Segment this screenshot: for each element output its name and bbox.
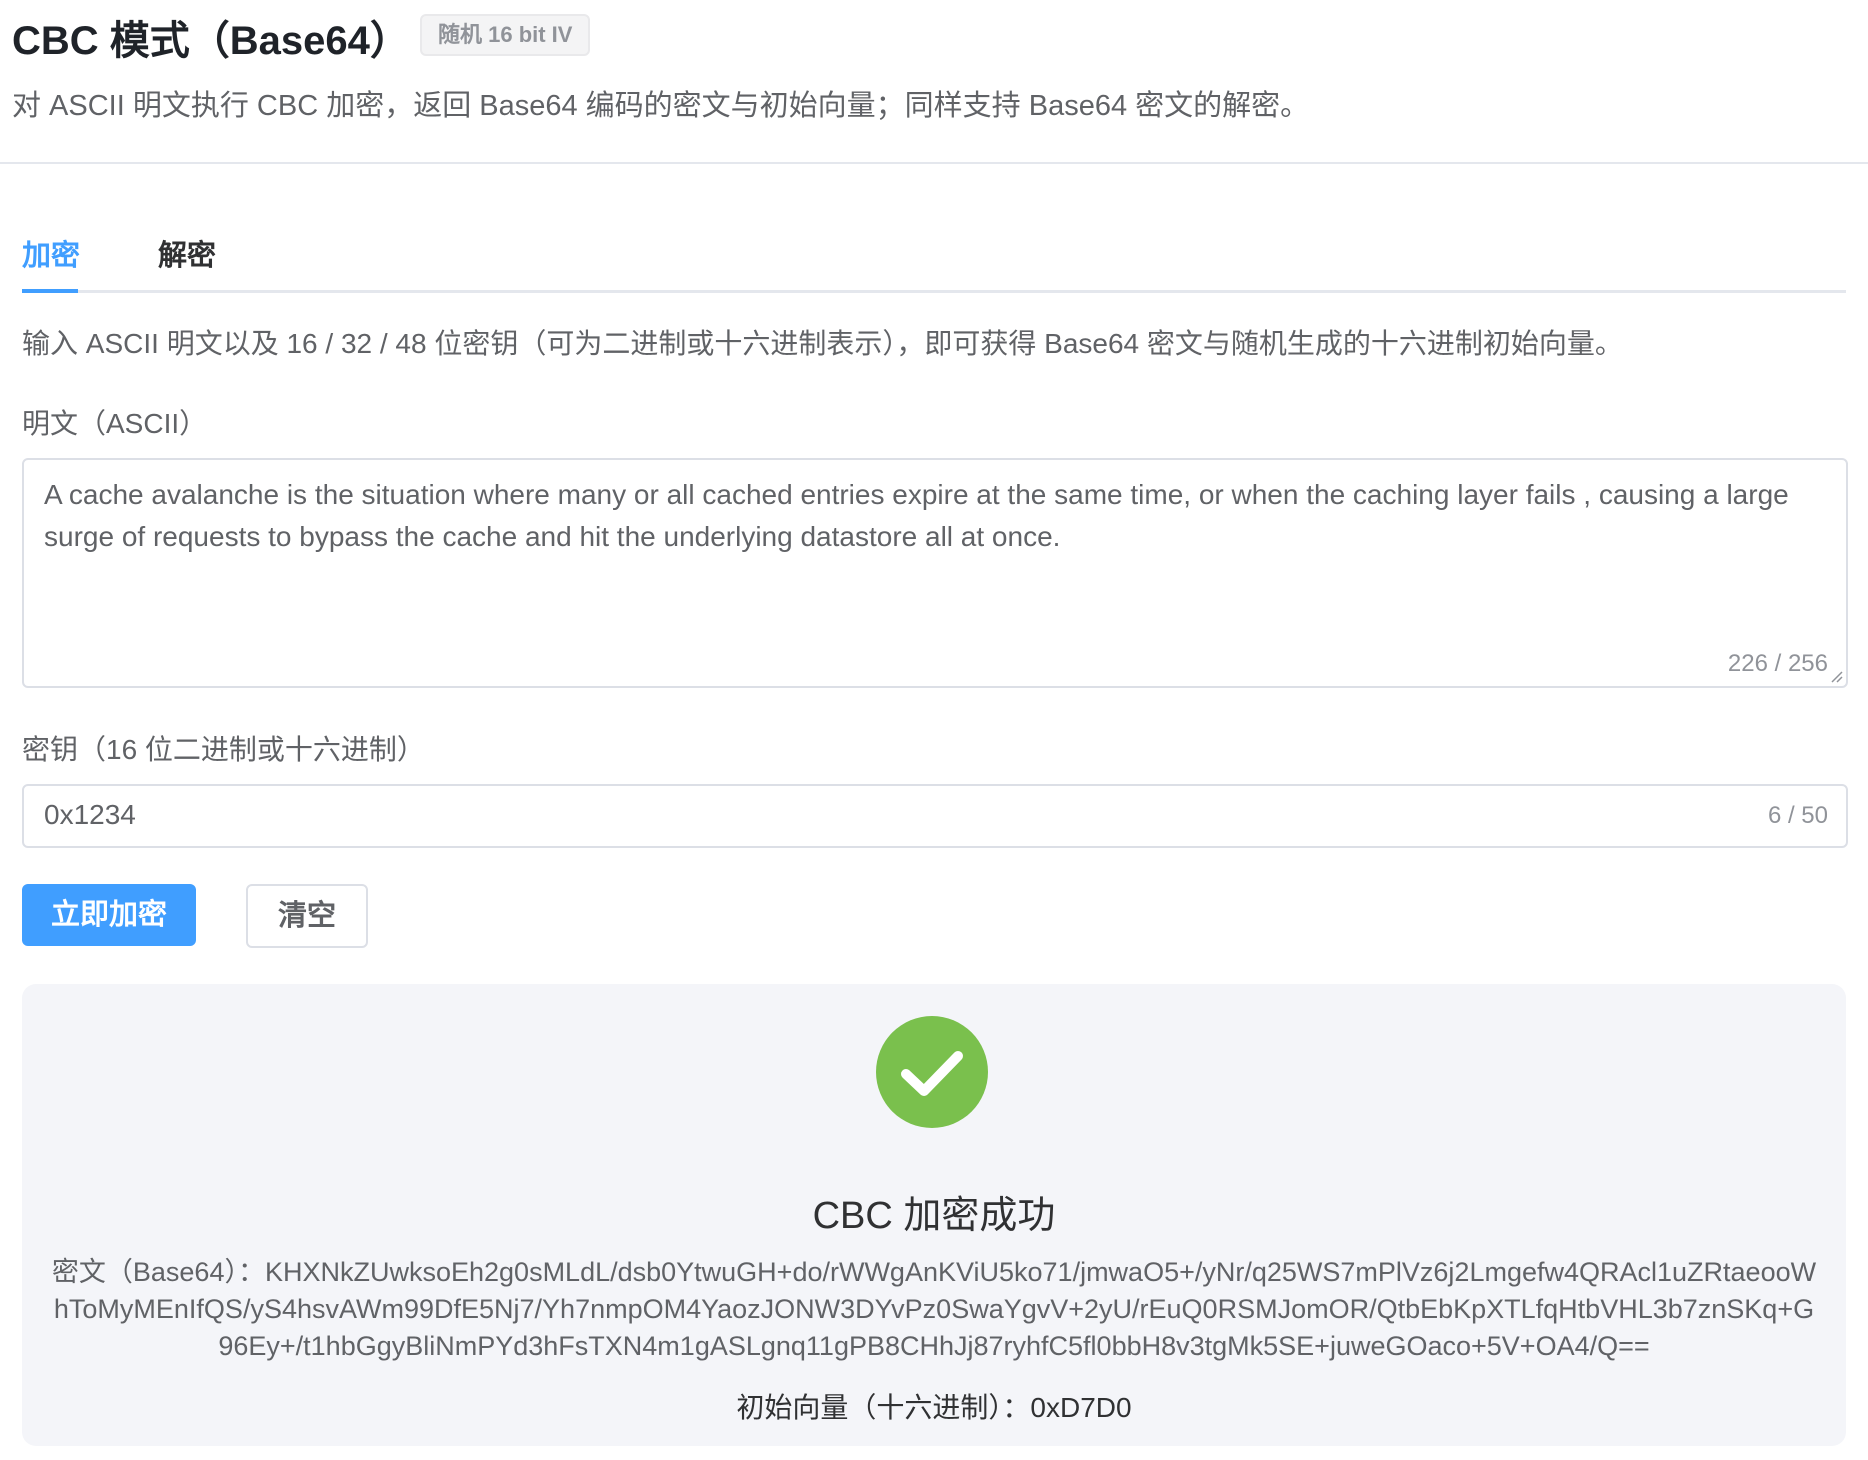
iv-tag: 随机 16 bit IV [420, 14, 591, 56]
plaintext-textarea[interactable]: A cache avalanche is the situation where… [22, 458, 1848, 688]
resize-handle-icon[interactable] [1830, 670, 1844, 684]
iv-value: 0xD7D0 [1030, 1392, 1132, 1423]
result-title: CBC 加密成功 [812, 1195, 1056, 1237]
plaintext-counter: 226 / 256 [1727, 650, 1828, 677]
key-label: 密钥（16 位二进制或十六进制） [22, 734, 425, 765]
plaintext-value: A cache avalanche is the situation where… [44, 479, 1789, 552]
mode-tabs: 加密 解密 [22, 220, 1846, 293]
active-tab-indicator [22, 289, 78, 293]
form-intro: 输入 ASCII 明文以及 16 / 32 / 48 位密钥（可为二进制或十六进… [22, 328, 1623, 359]
page-title: CBC 模式（Base64） [12, 19, 410, 63]
ciphertext-value: KHXNkZUwksoEh2g0sMLdL/dsb0YtwuGH+do/rWWg… [53, 1257, 1817, 1361]
encrypt-button[interactable]: 立即加密 [22, 884, 196, 946]
plaintext-label: 明文（ASCII） [22, 408, 208, 439]
tab-encrypt[interactable]: 加密 [22, 232, 80, 274]
page-header: CBC 模式（Base64） 随机 16 bit IV 对 ASCII 明文执行… [0, 0, 1868, 164]
ciphertext-line: 密文（Base64）：KHXNkZUwksoEh2g0sMLdL/dsb0Ytw… [48, 1254, 1820, 1365]
key-input[interactable]: 0x1234 6 / 50 [22, 784, 1848, 848]
clear-button[interactable]: 清空 [246, 884, 368, 948]
key-counter: 6 / 50 [1767, 802, 1828, 829]
result-panel: CBC 加密成功 密文（Base64）：KHXNkZUwksoEh2g0sMLd… [22, 984, 1846, 1446]
page-description: 对 ASCII 明文执行 CBC 加密，返回 Base64 编码的密文与初始向量… [12, 90, 1310, 122]
iv-label: 初始向量（十六进制）： [736, 1392, 1031, 1423]
check-circle-icon [876, 1016, 988, 1128]
ciphertext-label: 密文（Base64）： [51, 1257, 265, 1287]
tab-decrypt[interactable]: 解密 [158, 232, 216, 274]
key-value: 0x1234 [44, 799, 136, 830]
iv-line: 初始向量（十六进制）：0xD7D0 [22, 1386, 1846, 1426]
